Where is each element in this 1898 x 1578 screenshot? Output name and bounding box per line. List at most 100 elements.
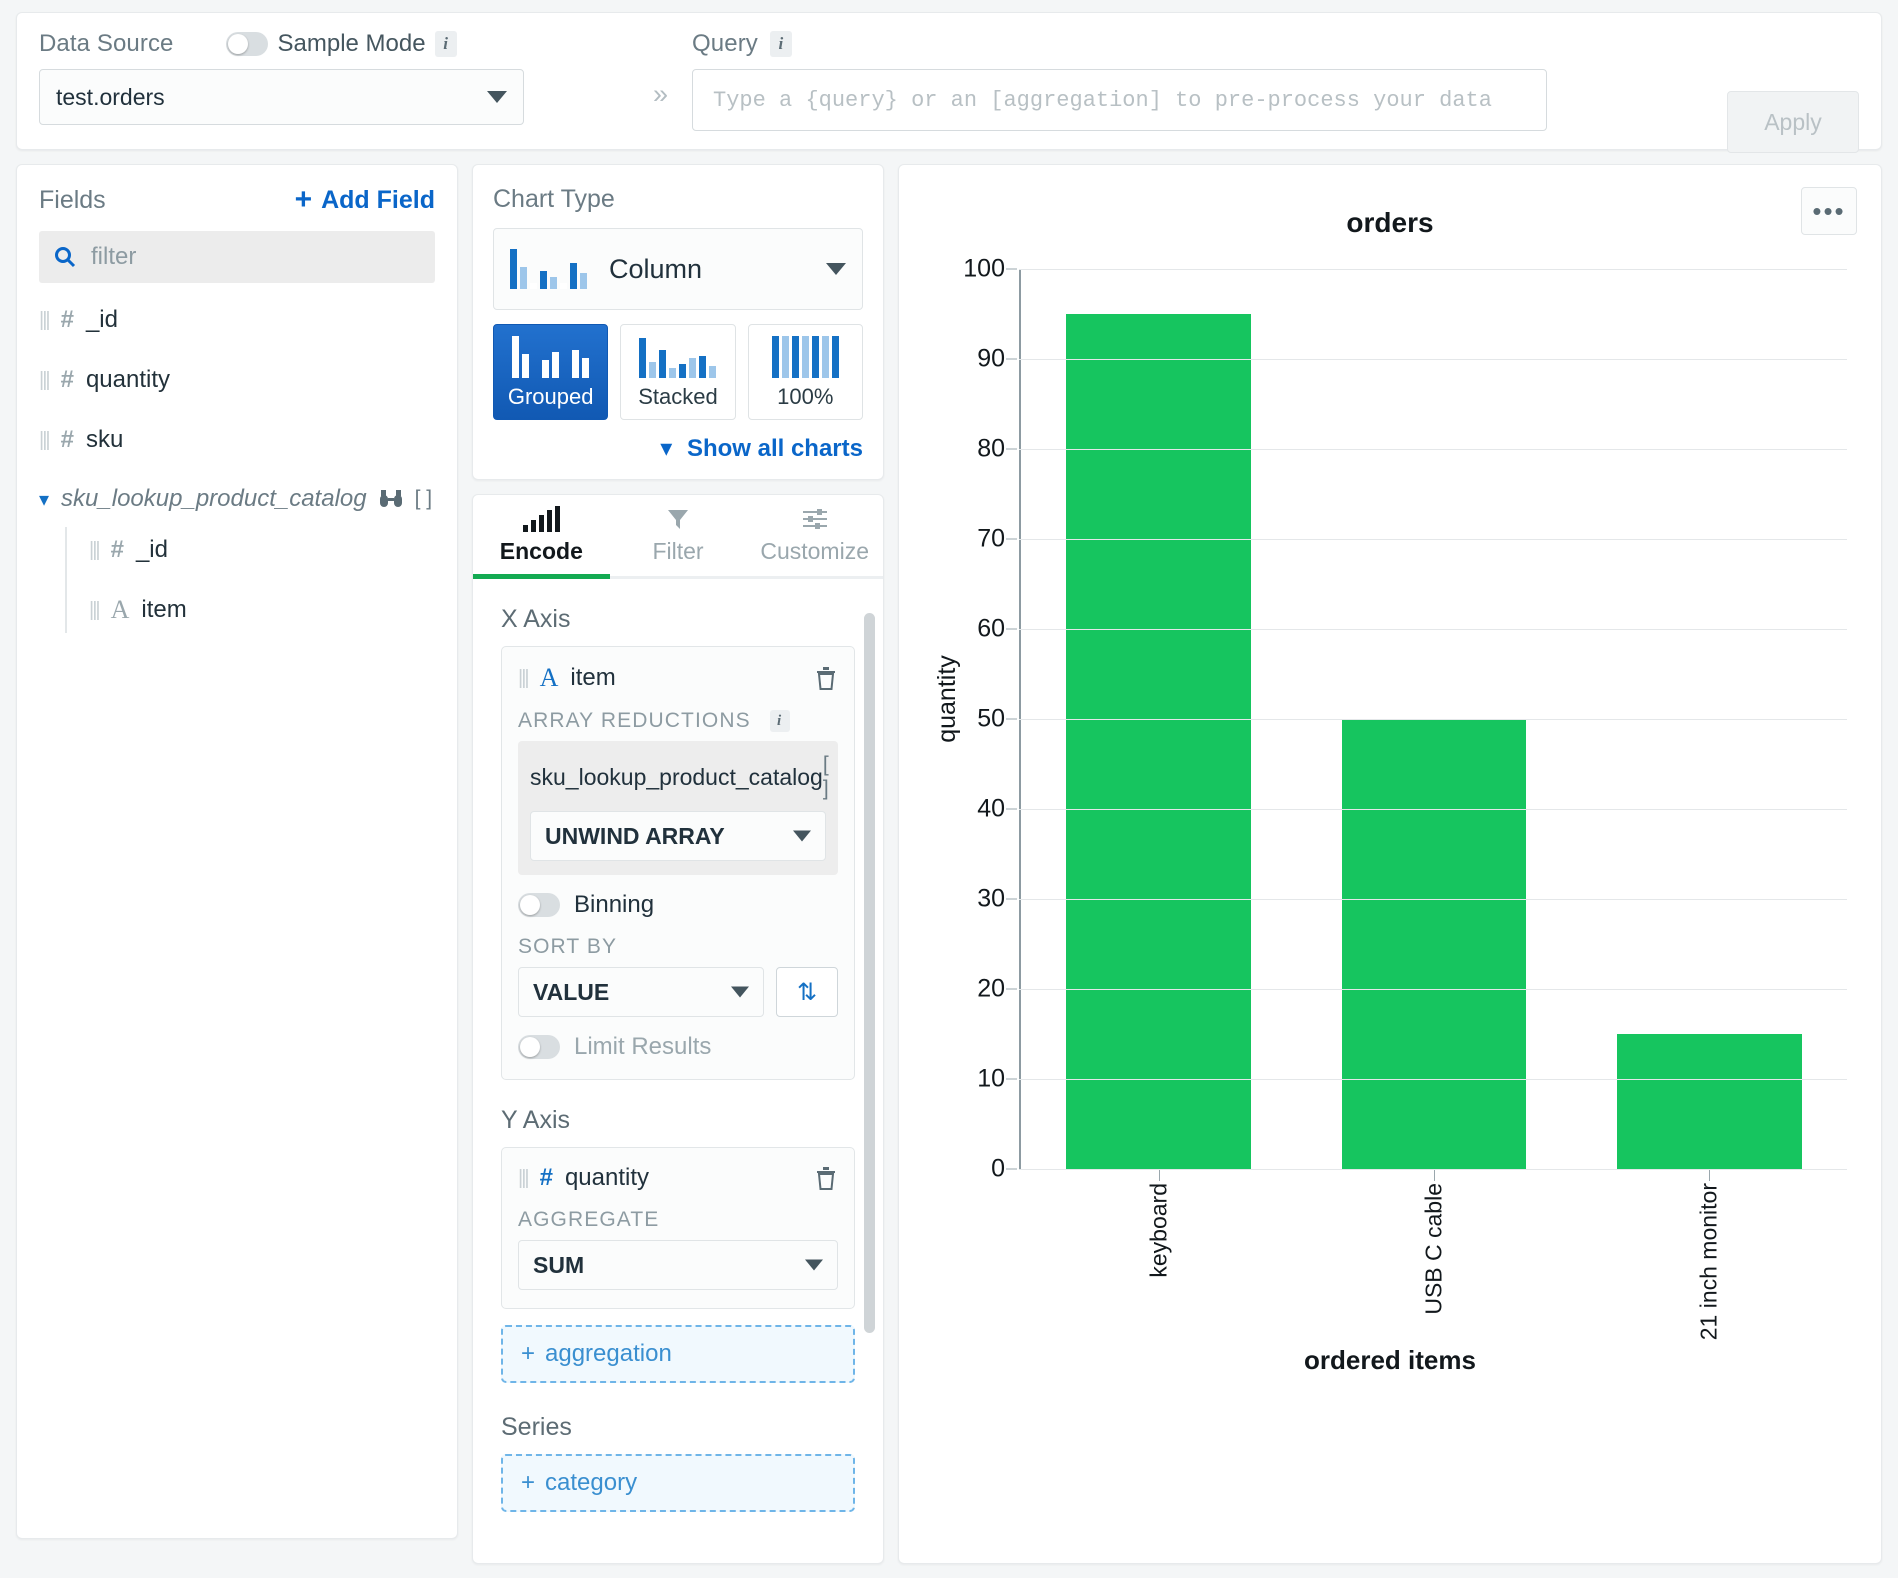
chart-variant-label: Stacked (638, 384, 718, 410)
field-item[interactable]: ||| # _id (39, 297, 435, 343)
sort-direction-button[interactable]: ⇅ (776, 967, 838, 1017)
apply-button[interactable]: Apply (1727, 91, 1859, 153)
add-category-dropzone[interactable]: + category (501, 1454, 855, 1512)
data-source-value: test.orders (56, 84, 165, 111)
number-type-icon: # (61, 306, 74, 334)
chart-type-panel: Chart Type Column (472, 164, 884, 480)
number-type-icon: # (61, 366, 74, 394)
chevron-down-icon: ▾ (660, 435, 672, 462)
y-axis-tick-mark (1006, 989, 1017, 990)
query-input[interactable]: Type a {query} or an [aggregation] to pr… (692, 69, 1547, 131)
y-axis-tick-mark (1006, 1169, 1017, 1170)
drag-handle-icon[interactable]: ||| (518, 1167, 528, 1190)
y-axis-tick-mark (1006, 629, 1017, 630)
fields-panel: Fields + Add Field filter ||| # _id || (16, 164, 458, 1539)
chart-variant-100-percent[interactable]: 100% (748, 324, 863, 420)
string-type-icon: A (111, 595, 130, 625)
chart-menu-button[interactable]: ••• (1801, 187, 1857, 235)
array-reductions-info-icon[interactable]: i (770, 710, 790, 732)
trash-icon[interactable] (814, 665, 838, 691)
encode-tabs: Encode Filter (473, 495, 883, 579)
y-axis-tick-mark (1006, 719, 1017, 720)
percent-chart-icon (772, 334, 839, 378)
drag-handle-icon[interactable]: ||| (39, 429, 49, 452)
field-label: item (141, 596, 186, 624)
array-reduction-path: sku_lookup_product_catalog (530, 764, 823, 791)
y-axis-section-title: Y Axis (501, 1106, 855, 1135)
y-axis-tick-label: 40 (977, 795, 1005, 824)
chart-type-select[interactable]: Column (493, 228, 863, 310)
field-item[interactable]: ||| # _id (89, 527, 435, 573)
sort-by-label: SORT BY (518, 935, 838, 959)
chart-plot-area: quantity keyboardUSB C cable21 inch moni… (923, 269, 1857, 1169)
query-info-icon[interactable]: i (770, 31, 792, 57)
x-axis-field-row[interactable]: ||| A item (518, 663, 838, 693)
sliders-icon (801, 506, 829, 532)
x-axis-section-title: X Axis (501, 605, 855, 634)
chevron-down-icon[interactable]: ▾ (39, 487, 49, 512)
encode-panel: Encode Filter (472, 494, 884, 1564)
array-brackets-icon: [ ] (415, 487, 433, 511)
bar[interactable] (1617, 1034, 1801, 1169)
y-axis-tick-mark (1006, 539, 1017, 540)
field-item[interactable]: ||| A item (89, 587, 435, 633)
array-reduction-item: sku_lookup_product_catalog [ ] UNWIND AR… (518, 741, 838, 875)
tab-encode[interactable]: Encode (473, 495, 610, 576)
y-axis-field-row[interactable]: ||| # quantity (518, 1164, 838, 1192)
y-axis-title: quantity (933, 655, 962, 743)
binning-toggle[interactable] (518, 893, 560, 917)
chart-variant-label: Grouped (508, 384, 594, 410)
bar[interactable] (1066, 314, 1250, 1169)
field-item[interactable]: ||| # sku (39, 417, 435, 463)
chart-builder-app: Data Source Sample Mode i test.orders » … (0, 0, 1898, 1578)
column-chart-icon (510, 249, 587, 289)
y-axis-tick-mark (1006, 269, 1017, 270)
bar[interactable] (1342, 719, 1526, 1169)
tab-filter[interactable]: Filter (610, 495, 747, 576)
number-type-icon: # (61, 426, 74, 454)
limit-results-row[interactable]: Limit Results (518, 1033, 838, 1061)
aggregate-label: AGGREGATE (518, 1208, 838, 1232)
y-axis-tick-mark (1006, 359, 1017, 360)
chart-variant-stacked[interactable]: Stacked (620, 324, 735, 420)
tab-label: Encode (500, 538, 583, 565)
fields-filter-input[interactable]: filter (39, 231, 435, 283)
sample-mode-info-icon[interactable]: i (435, 31, 457, 57)
gridline (1019, 719, 1847, 720)
drag-handle-icon[interactable]: ||| (39, 369, 49, 392)
bars-icon (523, 506, 560, 532)
drag-handle-icon[interactable]: ||| (89, 599, 99, 622)
add-field-button[interactable]: + Add Field (295, 185, 435, 215)
trash-icon[interactable] (814, 1165, 838, 1191)
encode-body: X Axis ||| A item (473, 579, 883, 1563)
sample-mode-toggle[interactable] (226, 32, 268, 56)
chart-variant-grouped[interactable]: Grouped (493, 324, 608, 420)
data-source-select[interactable]: test.orders (39, 69, 524, 125)
series-section-title: Series (501, 1413, 855, 1442)
array-reduction-select[interactable]: UNWIND ARRAY (530, 811, 826, 861)
field-item[interactable]: ||| # quantity (39, 357, 435, 403)
field-group-header[interactable]: ▾ sku_lookup_product_catalog [ ] (39, 485, 435, 513)
y-axis-tick-label: 90 (977, 345, 1005, 374)
stacked-chart-icon (639, 334, 716, 378)
aggregate-select[interactable]: SUM (518, 1240, 838, 1290)
binning-row[interactable]: Binning (518, 891, 838, 919)
sort-by-select[interactable]: VALUE (518, 967, 764, 1017)
encode-scrollbar[interactable] (864, 613, 875, 1333)
binning-label: Binning (574, 891, 654, 919)
limit-results-toggle[interactable] (518, 1035, 560, 1059)
expand-chevrons-icon[interactable]: » (653, 79, 668, 110)
add-aggregation-label: aggregation (545, 1340, 672, 1368)
add-aggregation-dropzone[interactable]: + aggregation (501, 1325, 855, 1383)
string-type-icon: A (540, 663, 559, 693)
gridline (1019, 449, 1847, 450)
drag-handle-icon[interactable]: ||| (518, 667, 528, 690)
query-label: Query (692, 30, 758, 58)
binoculars-icon[interactable] (379, 489, 403, 509)
tab-customize[interactable]: Customize (746, 495, 883, 576)
grouped-chart-icon (512, 334, 589, 378)
drag-handle-icon[interactable]: ||| (39, 309, 49, 332)
drag-handle-icon[interactable]: ||| (89, 539, 99, 562)
show-all-charts-link[interactable]: ▾ Show all charts (493, 434, 863, 463)
fields-title: Fields (39, 186, 106, 215)
